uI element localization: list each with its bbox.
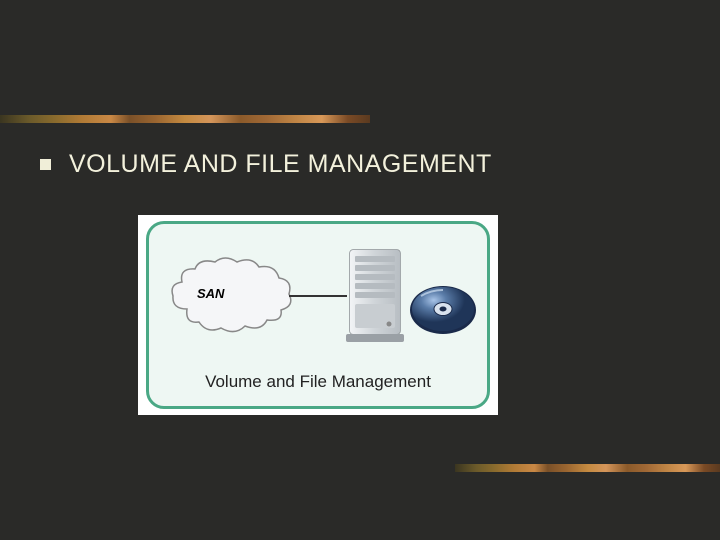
connector-line: [289, 295, 347, 297]
slide-heading: VOLUME AND FILE MANAGEMENT: [69, 150, 492, 179]
disc-icon: [407, 282, 479, 338]
diagram-container: SAN: [138, 215, 498, 415]
decorative-divider-bottom: [455, 464, 720, 472]
diagram-caption: Volume and File Management: [149, 372, 487, 392]
san-label: SAN: [197, 286, 224, 301]
bullet-icon: [40, 159, 51, 170]
cloud-icon: [167, 254, 297, 339]
diagram-frame: SAN: [146, 221, 490, 409]
server-icon: [344, 246, 406, 344]
decorative-divider-top: [0, 115, 370, 123]
heading-row: VOLUME AND FILE MANAGEMENT: [40, 150, 492, 179]
